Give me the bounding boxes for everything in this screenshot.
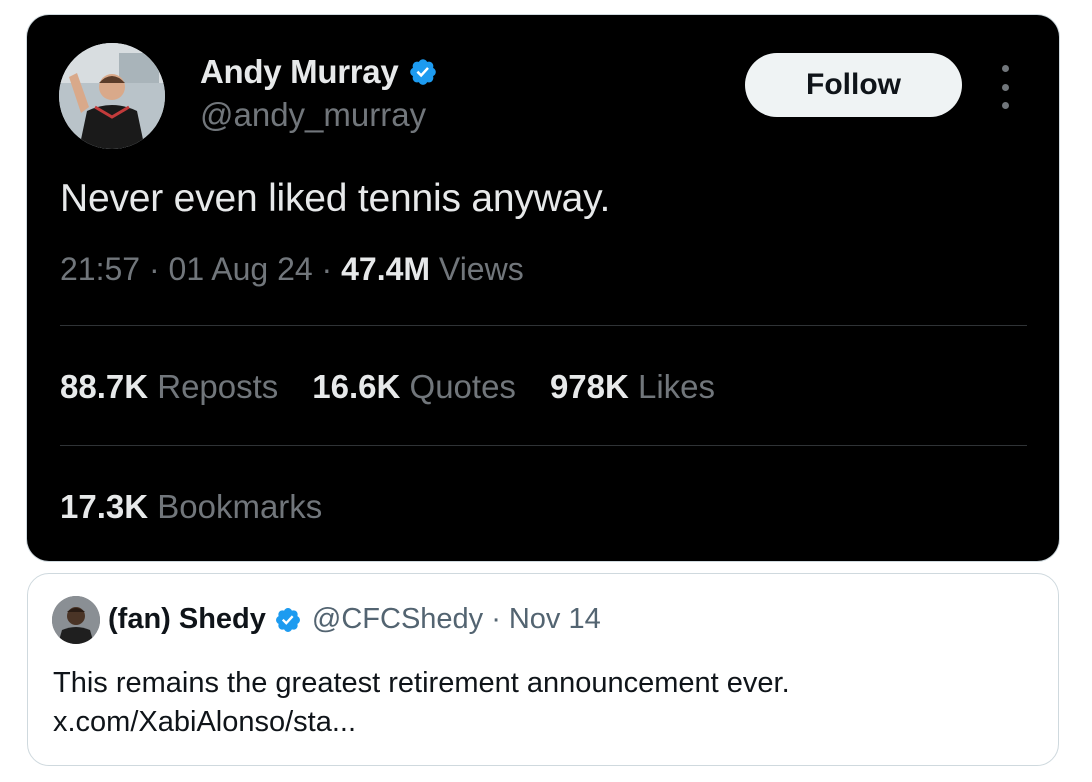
quotes-count: 16.6K [312, 368, 401, 405]
tweet-meta: 21:57 · 01 Aug 24 · 47.4M Views [60, 251, 524, 288]
likes-stat[interactable]: 978K Likes [550, 368, 715, 406]
quotes-stat[interactable]: 16.6K Quotes [312, 368, 516, 406]
follow-button[interactable]: Follow [745, 53, 962, 117]
divider [60, 325, 1027, 326]
likes-label: Likes [638, 368, 716, 405]
engagement-stats: 88.7K Reposts 16.6K Quotes 978K Likes [60, 368, 715, 406]
quote-tweet-card[interactable]: (fan) Shedy @CFCShedy · Nov 14 This rema… [27, 573, 1059, 766]
meta-separator: · [321, 251, 333, 287]
quote-date[interactable]: Nov 14 [509, 603, 601, 636]
quote-handle[interactable]: @CFCShedy [312, 603, 483, 636]
quote-header: (fan) Shedy @CFCShedy · Nov 14 [108, 603, 601, 636]
views-label: Views [438, 251, 524, 287]
quotes-label: Quotes [409, 368, 516, 405]
more-options-icon[interactable] [995, 65, 1015, 109]
meta-separator: · [148, 251, 160, 287]
reposts-count: 88.7K [60, 368, 149, 405]
reposts-stat[interactable]: 88.7K Reposts [60, 368, 278, 406]
tweet-card: Andy Murray @andy_murray Follow Never ev… [27, 15, 1059, 561]
tweet-date[interactable]: 01 Aug 24 [169, 251, 313, 287]
author-handle[interactable]: @andy_murray [200, 96, 426, 134]
divider [60, 445, 1027, 446]
verified-badge-icon [408, 57, 438, 87]
author-display-name[interactable]: Andy Murray [200, 53, 399, 91]
bookmarks-label: Bookmarks [157, 488, 323, 525]
quote-separator: · [491, 603, 501, 635]
tweet-text: Never even liked tennis anyway. [60, 177, 611, 220]
reposts-label: Reposts [157, 368, 279, 405]
tweet-time[interactable]: 21:57 [60, 251, 140, 287]
bookmarks-count: 17.3K [60, 488, 149, 525]
bookmarks-stat[interactable]: 17.3K Bookmarks [60, 488, 322, 526]
quote-body: This remains the greatest retirement ann… [53, 664, 790, 742]
author-avatar[interactable] [59, 43, 165, 149]
quote-text: This remains the greatest retirement ann… [53, 667, 790, 699]
likes-count: 978K [549, 368, 629, 405]
verified-badge-icon [274, 606, 302, 634]
views-count[interactable]: 47.4M [341, 251, 430, 287]
quote-link[interactable]: x.com/XabiAlonso/sta... [53, 703, 790, 742]
quote-display-name[interactable]: (fan) Shedy [108, 603, 266, 636]
quote-author-avatar[interactable] [52, 596, 100, 644]
author-name-row: Andy Murray [200, 53, 438, 91]
